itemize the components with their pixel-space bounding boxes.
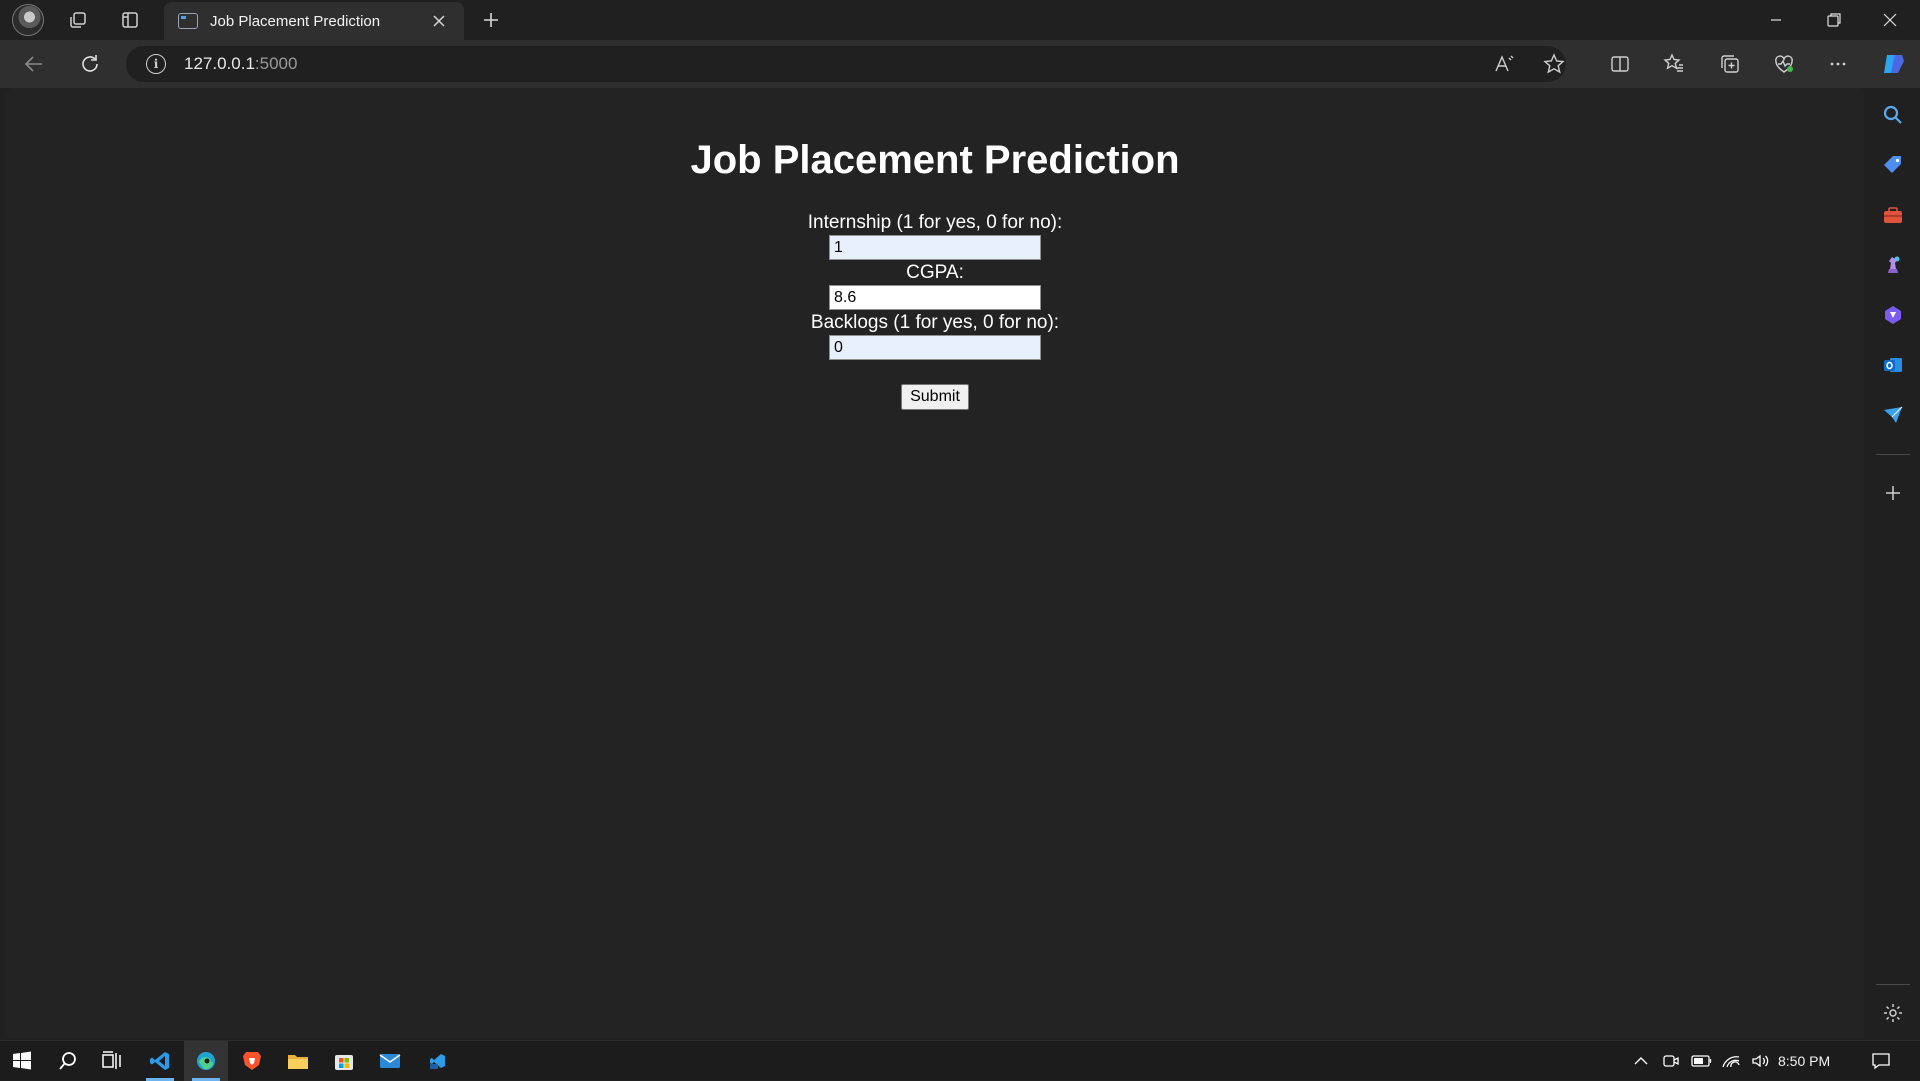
brave-icon[interactable] bbox=[230, 1041, 274, 1081]
cgpa-input[interactable] bbox=[829, 285, 1041, 310]
page-viewport: Job Placement Prediction Internship (1 f… bbox=[6, 88, 1864, 1038]
minimize-icon[interactable] bbox=[1748, 0, 1804, 40]
tab-strip: Job Placement Prediction bbox=[0, 0, 1920, 40]
restore-icon[interactable] bbox=[1806, 0, 1862, 40]
send-icon[interactable] bbox=[1880, 402, 1906, 428]
windows-taskbar: 8:50 PM bbox=[0, 1040, 1920, 1081]
collections-icon[interactable] bbox=[1712, 48, 1748, 80]
cgpa-label: CGPA: bbox=[906, 262, 964, 283]
profile-avatar[interactable] bbox=[12, 4, 44, 36]
copilot-icon[interactable] bbox=[1876, 48, 1912, 80]
vscode-icon[interactable] bbox=[138, 1041, 182, 1081]
battery-icon[interactable] bbox=[1688, 1041, 1716, 1081]
terminal-icon[interactable] bbox=[416, 1041, 460, 1081]
new-tab-icon[interactable] bbox=[476, 6, 506, 34]
copilot-app-icon[interactable] bbox=[1880, 302, 1906, 328]
read-aloud-icon[interactable] bbox=[1486, 48, 1522, 80]
workspaces-icon[interactable] bbox=[62, 6, 94, 34]
store-icon[interactable] bbox=[322, 1041, 366, 1081]
edge-icon[interactable] bbox=[184, 1041, 228, 1081]
edge-sidebar bbox=[1866, 88, 1920, 1038]
url-host: 127.0.0.1 bbox=[184, 54, 255, 73]
taskbar-clock[interactable]: 8:50 PM bbox=[1778, 1041, 1830, 1081]
search-icon[interactable] bbox=[1880, 102, 1906, 128]
vertical-tabs-icon[interactable] bbox=[114, 6, 146, 34]
file-explorer-icon[interactable] bbox=[276, 1041, 320, 1081]
address-bar[interactable]: i 127.0.0.1:5000 bbox=[126, 46, 1566, 82]
search-icon[interactable] bbox=[46, 1041, 90, 1081]
more-menu-icon[interactable] bbox=[1820, 48, 1856, 80]
sidebar-separator bbox=[1876, 984, 1910, 985]
internship-label: Internship (1 for yes, 0 for no): bbox=[807, 212, 1063, 233]
meet-now-icon[interactable] bbox=[1658, 1041, 1684, 1081]
prediction-form: Internship (1 for yes, 0 for no): CGPA: … bbox=[6, 210, 1864, 410]
settings-icon[interactable] bbox=[1880, 1000, 1906, 1026]
url-port: :5000 bbox=[254, 54, 298, 73]
site-info-icon[interactable]: i bbox=[146, 54, 166, 74]
address-url[interactable]: 127.0.0.1:5000 bbox=[184, 54, 297, 74]
favorites-icon[interactable] bbox=[1656, 48, 1692, 80]
tag-icon[interactable] bbox=[1880, 152, 1906, 178]
page-favicon-icon bbox=[178, 13, 198, 29]
sidebar-separator bbox=[1876, 454, 1910, 455]
backlogs-input[interactable] bbox=[829, 335, 1041, 360]
toolbox-icon[interactable] bbox=[1880, 202, 1906, 228]
backlogs-label: Backlogs (1 for yes, 0 for no): bbox=[810, 312, 1060, 333]
notifications-icon[interactable] bbox=[1866, 1041, 1896, 1081]
tab-title: Job Placement Prediction bbox=[210, 12, 381, 30]
browser-essentials-icon[interactable] bbox=[1766, 48, 1802, 80]
outlook-icon[interactable] bbox=[1880, 352, 1906, 378]
close-window-icon[interactable] bbox=[1862, 0, 1918, 40]
tab-job-placement[interactable]: Job Placement Prediction bbox=[164, 2, 464, 40]
wifi-icon[interactable] bbox=[1718, 1041, 1744, 1081]
tab-close-icon[interactable] bbox=[428, 10, 450, 32]
split-screen-icon[interactable] bbox=[1602, 48, 1638, 80]
windows-start-icon[interactable] bbox=[0, 1041, 44, 1081]
internship-input[interactable] bbox=[829, 235, 1041, 260]
browser-toolbar: i 127.0.0.1:5000 bbox=[0, 40, 1920, 88]
refresh-icon[interactable] bbox=[72, 48, 108, 80]
page-title: Job Placement Prediction bbox=[690, 138, 1180, 182]
mail-icon[interactable] bbox=[368, 1041, 412, 1081]
volume-icon[interactable] bbox=[1748, 1041, 1774, 1081]
show-hidden-icons-icon[interactable] bbox=[1628, 1041, 1654, 1081]
task-view-icon[interactable] bbox=[90, 1041, 134, 1081]
favorite-star-icon[interactable] bbox=[1536, 48, 1572, 80]
submit-button[interactable]: Submit bbox=[901, 384, 969, 410]
back-icon[interactable] bbox=[16, 48, 52, 80]
add-icon[interactable] bbox=[1880, 480, 1906, 506]
chess-icon[interactable] bbox=[1880, 252, 1906, 278]
